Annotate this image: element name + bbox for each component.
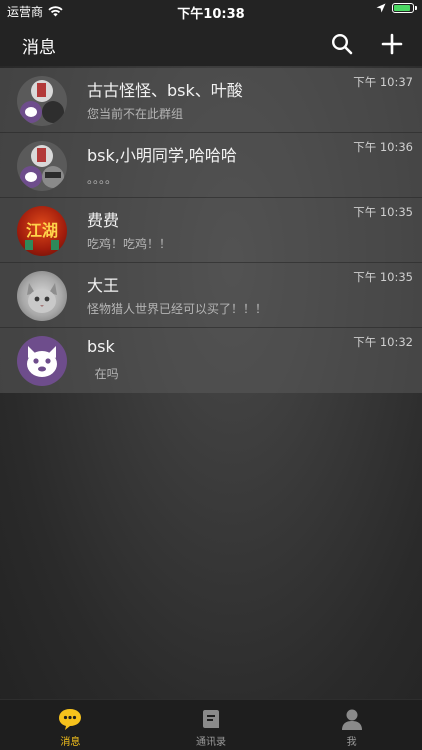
- chat-time: 下午 10:36: [353, 140, 413, 154]
- tab-label: 消息: [60, 737, 81, 748]
- chat-time: 下午 10:32: [353, 335, 413, 349]
- search-button[interactable]: [328, 30, 356, 58]
- plus-icon: [381, 33, 403, 55]
- chat-time: 下午 10:35: [353, 205, 413, 219]
- status-time: 下午10:38: [177, 7, 245, 22]
- tab-label: 我: [346, 737, 357, 748]
- tab-messages[interactable]: 消息: [0, 700, 141, 750]
- tab-label: 通讯录: [196, 737, 226, 748]
- chat-name: bsk: [87, 337, 115, 356]
- tab-contacts[interactable]: 通讯录: [141, 700, 282, 750]
- status-bar: 运营商 下午10:38: [0, 0, 422, 22]
- messages-screen: 运营商 下午10:38 消息 古古怪怪、bsk、叶酸 您当前不在此群组 下午 1…: [0, 0, 422, 750]
- chat-time: 下午 10:35: [353, 270, 413, 284]
- chat-item[interactable]: 大王 怪物猎人世界已经可以买了！！！ 下午 10:35: [0, 263, 422, 328]
- chat-name: 大王: [87, 276, 120, 295]
- chat-name: 古古怪怪、bsk、叶酸: [87, 81, 243, 100]
- chat-bubble-icon: [59, 709, 82, 730]
- chat-name: 费费: [87, 211, 120, 230]
- chat-preview: 在吗: [87, 367, 119, 381]
- chat-name: bsk,小明同学,哈哈哈: [87, 146, 237, 165]
- chat-preview: 怪物猎人世界已经可以买了！！！: [87, 302, 268, 316]
- chat-item[interactable]: bsk 在吗 下午 10:32: [0, 328, 422, 393]
- chat-item[interactable]: bsk,小明同学,哈哈哈 。。。。 下午 10:36: [0, 133, 422, 198]
- add-button[interactable]: [378, 30, 406, 58]
- page-title: 消息: [22, 38, 56, 58]
- chat-item[interactable]: 古古怪怪、bsk、叶酸 您当前不在此群组 下午 10:37: [0, 68, 422, 133]
- status-right-group: [376, 3, 417, 13]
- chat-time: 下午 10:37: [353, 75, 413, 89]
- tab-me[interactable]: 我: [281, 700, 422, 750]
- battery-fill: [394, 5, 411, 11]
- tab-bar: 消息 通讯录 我: [0, 699, 422, 750]
- purple-cat-avatar: [17, 336, 67, 386]
- chat-preview: 吃鸡！吃鸡！！: [87, 237, 172, 251]
- cat-photo-avatar: [17, 271, 67, 321]
- group-avatar: [17, 76, 67, 126]
- nav-bar: 消息: [0, 22, 422, 66]
- game-poster-avatar: 江湖: [17, 206, 67, 256]
- group-avatar: [17, 141, 67, 191]
- chat-preview: 。。。。: [87, 172, 118, 186]
- contacts-icon: [203, 710, 219, 728]
- search-icon: [331, 33, 353, 55]
- battery-icon: [392, 3, 417, 13]
- chat-item[interactable]: 江湖 费费 吃鸡！吃鸡！！ 下午 10:35: [0, 198, 422, 263]
- chat-list: 古古怪怪、bsk、叶酸 您当前不在此群组 下午 10:37 bsk,小明同学,哈…: [0, 68, 422, 393]
- avatar-text: 江湖: [26, 221, 58, 240]
- person-icon: [341, 709, 362, 730]
- chat-preview: 您当前不在此群组: [87, 107, 184, 121]
- location-arrow-icon: [376, 3, 386, 13]
